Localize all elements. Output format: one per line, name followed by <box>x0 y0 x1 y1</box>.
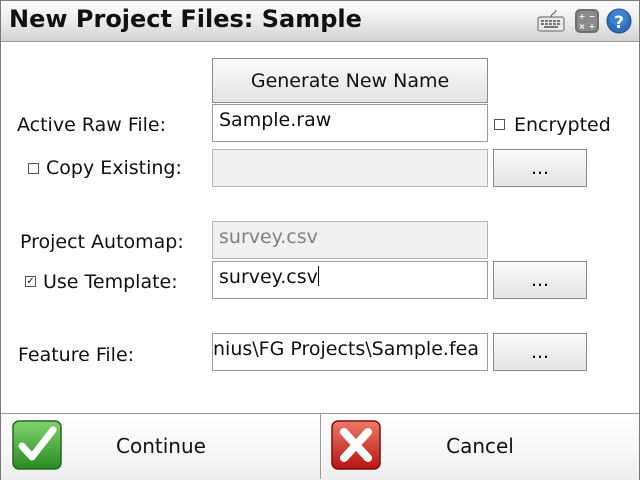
dialog-title: New Project Files: Sample <box>9 5 362 33</box>
calculator-icon[interactable]: + − × ÷ <box>573 7 601 35</box>
svg-text:×: × <box>579 22 586 31</box>
project-automap-input: survey.csv <box>212 221 488 259</box>
cancel-label: Cancel <box>446 434 514 458</box>
use-template-browse-button[interactable]: ... <box>493 261 587 299</box>
active-raw-file-input[interactable]: Sample.raw <box>212 104 488 142</box>
title-bar: New Project Files: Sample + − × ÷ ? <box>1 1 639 42</box>
project-automap-label: Project Automap: <box>20 231 184 253</box>
feature-file-input[interactable]: nius\FG Projects\Sample.fea <box>212 333 488 371</box>
copy-existing-label: Copy Existing: <box>46 157 182 179</box>
generate-new-name-button[interactable]: Generate New Name <box>212 58 488 103</box>
svg-text:÷: ÷ <box>589 22 596 31</box>
use-template-checkbox[interactable]: ✓ <box>25 276 36 287</box>
keyboard-icon[interactable] <box>537 7 565 35</box>
feature-file-value: nius\FG Projects\Sample.fea <box>213 338 479 360</box>
use-template-value: survey.csv <box>219 266 318 288</box>
continue-label: Continue <box>116 434 206 458</box>
encrypted-checkbox[interactable] <box>494 119 505 130</box>
help-icon[interactable]: ? <box>605 7 633 35</box>
active-raw-file-label: Active Raw File: <box>17 114 167 136</box>
copy-existing-input <box>212 149 488 187</box>
use-template-input[interactable]: survey.csv <box>212 261 488 299</box>
svg-text:?: ? <box>614 13 624 33</box>
svg-text:−: − <box>589 12 596 21</box>
copy-existing-browse-button[interactable]: ... <box>493 149 587 187</box>
use-template-label: Use Template: <box>43 271 178 293</box>
feature-file-label: Feature File: <box>18 344 135 366</box>
text-cursor <box>317 266 319 286</box>
continue-button[interactable]: Continue <box>2 414 320 479</box>
feature-file-browse-button[interactable]: ... <box>493 333 587 371</box>
active-raw-file-value: Sample.raw <box>219 109 332 131</box>
encrypted-label: Encrypted <box>514 114 611 136</box>
cancel-button[interactable]: Cancel <box>321 414 639 479</box>
new-project-files-dialog: New Project Files: Sample + − × ÷ ? Gene… <box>0 0 640 480</box>
copy-existing-checkbox[interactable] <box>28 163 39 174</box>
svg-text:+: + <box>579 12 586 21</box>
project-automap-value: survey.csv <box>219 226 318 248</box>
